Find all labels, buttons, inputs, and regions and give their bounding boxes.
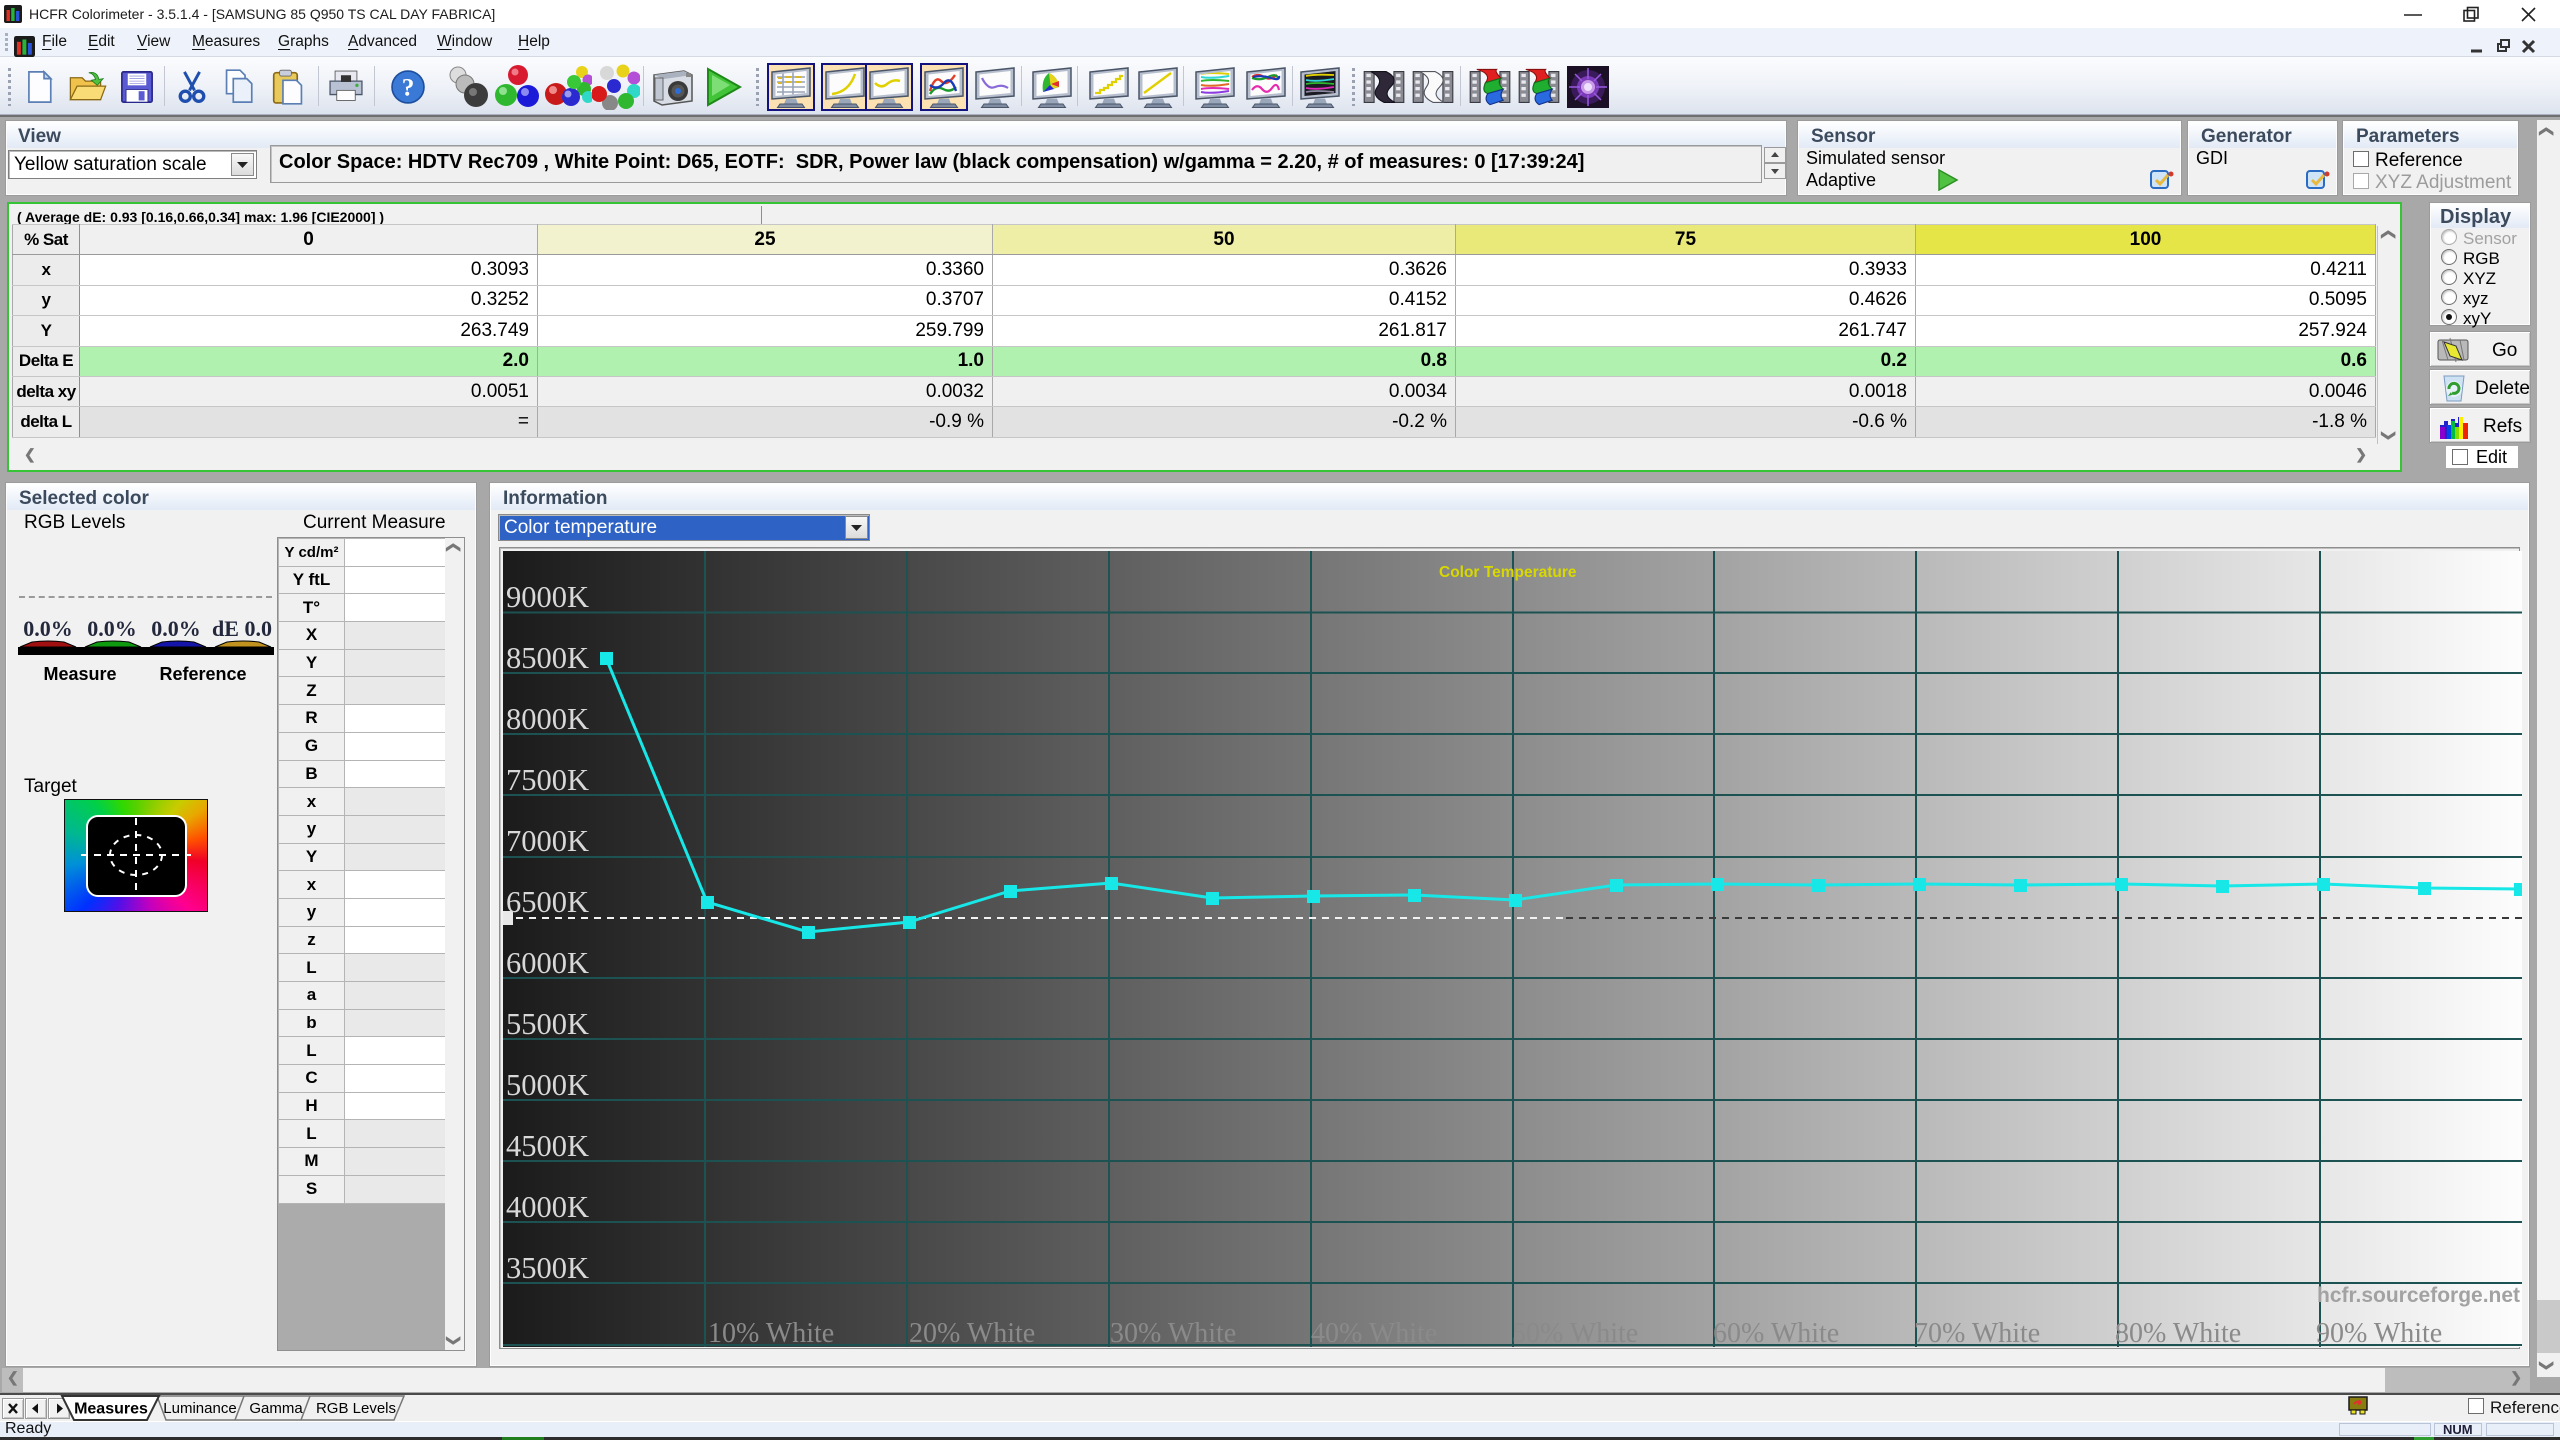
svg-text:40% White: 40% White: [1311, 1318, 1437, 1347]
svg-text:7500K: 7500K: [506, 763, 589, 797]
svg-text:?: ?: [402, 74, 415, 101]
svg-text:7000K: 7000K: [506, 824, 589, 858]
svg-text:RGB Levels: RGB Levels: [316, 1400, 396, 1417]
svg-text:6500K: 6500K: [506, 885, 589, 919]
svg-text:Measures: Measures: [74, 1401, 148, 1418]
svg-text:20% White: 20% White: [909, 1318, 1035, 1347]
svg-text:Color Temperature: Color Temperature: [1439, 564, 1577, 581]
svg-text:Luminance: Luminance: [163, 1400, 236, 1417]
svg-text:9000K: 9000K: [506, 580, 589, 614]
svg-text:5500K: 5500K: [506, 1007, 589, 1041]
svg-text:6000K: 6000K: [506, 946, 589, 980]
svg-text:90% White: 90% White: [2316, 1318, 2442, 1347]
svg-text:4000K: 4000K: [506, 1190, 589, 1224]
svg-text:hcfr.sourceforge.net: hcfr.sourceforge.net: [2317, 1284, 2520, 1307]
svg-text:70% White: 70% White: [1914, 1318, 2040, 1347]
svg-text:10% White: 10% White: [708, 1318, 834, 1347]
svg-text:50% White: 50% White: [1512, 1318, 1638, 1347]
svg-text:3500K: 3500K: [506, 1251, 589, 1285]
svg-text:30% White: 30% White: [1110, 1318, 1236, 1347]
svg-text:8000K: 8000K: [506, 702, 589, 736]
svg-text:8500K: 8500K: [506, 641, 589, 675]
svg-text:4500K: 4500K: [506, 1129, 589, 1163]
svg-text:Gamma: Gamma: [249, 1400, 303, 1417]
svg-text:5000K: 5000K: [506, 1068, 589, 1102]
svg-text:80% White: 80% White: [2115, 1318, 2241, 1347]
svg-text:60% White: 60% White: [1713, 1318, 1839, 1347]
